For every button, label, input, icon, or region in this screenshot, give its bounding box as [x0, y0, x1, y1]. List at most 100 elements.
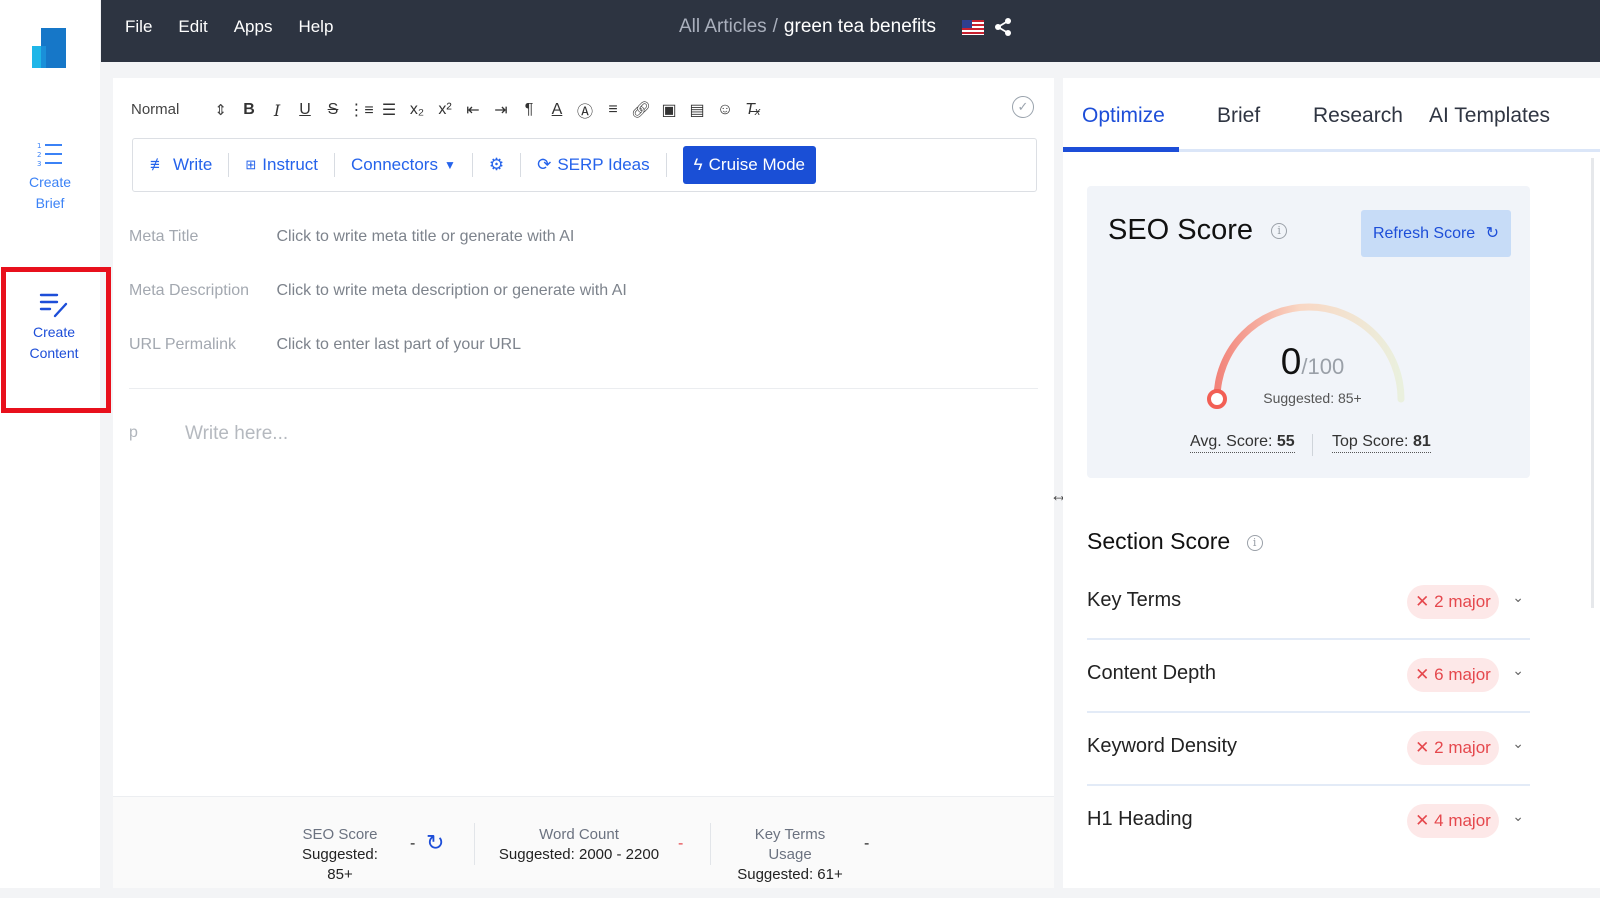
- info-icon[interactable]: i: [1271, 223, 1288, 240]
- outdent-icon[interactable]: ⇤: [459, 100, 487, 120]
- meta-title-input[interactable]: Click to write meta title or generate wi…: [276, 228, 574, 245]
- settings-button[interactable]: ⚙: [489, 155, 504, 175]
- seo-score-title: SEO Score: [1108, 214, 1254, 246]
- chevron-down-icon[interactable]: ⌄: [1512, 662, 1524, 679]
- left-rail: 123 Create Brief Create Content: [0, 0, 100, 888]
- section-row-label: Content Depth: [1087, 662, 1216, 684]
- meta-description-input[interactable]: Click to write meta description or gener…: [276, 282, 626, 299]
- status-badge: ✕ 4 major: [1407, 804, 1499, 838]
- lightning-icon: ϟ: [693, 155, 703, 174]
- tab-ai-templates[interactable]: AI Templates: [1429, 104, 1550, 128]
- chevron-down-icon[interactable]: ⌄: [1512, 808, 1524, 825]
- refresh-icon: ↻: [1485, 225, 1500, 242]
- font-color-icon[interactable]: A: [543, 101, 571, 119]
- instruct-label: Instruct: [262, 155, 319, 174]
- image-icon[interactable]: ▣: [655, 100, 683, 120]
- menu-apps[interactable]: Apps: [234, 17, 273, 37]
- badge-text: 2 major: [1434, 738, 1491, 757]
- create-brief-label-1: Create: [28, 174, 72, 190]
- seo-score-out-of: /100: [1301, 354, 1345, 379]
- text-direction-icon[interactable]: ¶: [515, 101, 543, 119]
- link-icon[interactable]: 🔗︎: [627, 100, 655, 120]
- section-row-keyword-density[interactable]: Keyword Density ✕ 2 major ⌄: [1087, 713, 1530, 786]
- bullet-list-icon[interactable]: ☰: [375, 100, 403, 120]
- refresh-search-icon: ⟳: [537, 155, 552, 174]
- key-terms-stat-title: Key Terms Usage: [754, 826, 826, 863]
- app-logo[interactable]: [32, 28, 66, 68]
- badge-text: 4 major: [1434, 811, 1491, 830]
- meta-title-row: Meta Title Click to write meta title or …: [129, 228, 574, 246]
- menu-help[interactable]: Help: [298, 17, 333, 37]
- seo-score-number: 0: [1280, 341, 1302, 382]
- info-icon[interactable]: i: [1246, 534, 1263, 551]
- create-brief-label-2: Brief: [35, 195, 65, 211]
- section-row-label: Keyword Density: [1087, 735, 1238, 757]
- write-button[interactable]: ≢ Write: [150, 155, 212, 175]
- editor-body[interactable]: Write here...: [185, 423, 288, 445]
- connectors-label: Connectors: [351, 155, 438, 174]
- refresh-icon[interactable]: ↻: [426, 830, 444, 856]
- avg-score[interactable]: Avg. Score: 55: [1190, 433, 1295, 453]
- check-circle-icon[interactable]: ✓: [1012, 96, 1034, 118]
- section-score-heading: Section Score i: [1087, 528, 1263, 555]
- share-icon[interactable]: [994, 17, 1012, 37]
- key-terms-stat-suggested: Suggested: 61+: [737, 866, 843, 883]
- top-score[interactable]: Top Score: 81: [1332, 433, 1431, 453]
- list-numbered-icon: 123: [37, 142, 62, 168]
- highlight-box: [1, 267, 111, 413]
- ai-toolbar: ≢ Write ⊞ Instruct Connectors ▼ ⚙ ⟳ SERP…: [132, 138, 1037, 192]
- status-badge: ✕ 2 major: [1407, 585, 1499, 619]
- tab-brief[interactable]: Brief: [1217, 104, 1260, 128]
- align-icon[interactable]: ≡: [599, 101, 627, 119]
- video-icon[interactable]: ▤: [683, 100, 711, 120]
- paragraph-style-select[interactable]: Normal ⇕: [131, 101, 227, 119]
- serp-ideas-button[interactable]: ⟳ SERP Ideas: [537, 155, 650, 175]
- emoji-icon[interactable]: ☺: [711, 101, 739, 119]
- cruise-mode-button[interactable]: ϟ Cruise Mode: [682, 146, 817, 184]
- section-row-key-terms[interactable]: Key Terms ✕ 2 major ⌄: [1087, 567, 1530, 640]
- tab-research[interactable]: Research: [1313, 104, 1403, 128]
- refresh-score-button[interactable]: Refresh Score ↻: [1361, 210, 1511, 257]
- avg-score-value: 55: [1276, 433, 1295, 450]
- url-permalink-row: URL Permalink Click to enter last part o…: [129, 336, 521, 354]
- breadcrumb-sep: /: [772, 16, 778, 37]
- word-count-stat: Word Count Suggested: 2000 - 2200: [498, 825, 660, 865]
- url-permalink-input[interactable]: Click to enter last part of your URL: [276, 336, 521, 353]
- chevron-down-icon[interactable]: ⌄: [1512, 735, 1524, 752]
- menu-edit[interactable]: Edit: [178, 17, 207, 37]
- write-label: Write: [173, 155, 213, 174]
- status-bar: SEO Score Suggested: 85+ - ↻ Word Count …: [113, 796, 1054, 888]
- underline-icon[interactable]: U: [291, 101, 319, 119]
- highlight-color-icon[interactable]: Ⓐ: [571, 98, 599, 122]
- breadcrumb-parent[interactable]: All Articles: [679, 16, 767, 38]
- superscript-icon[interactable]: x²: [431, 101, 459, 119]
- seo-score-stat: SEO Score Suggested: 85+: [288, 825, 392, 885]
- scrollbar[interactable]: [1591, 158, 1594, 608]
- strikethrough-icon[interactable]: S: [319, 101, 347, 119]
- caret-down-icon: ▼: [443, 158, 456, 172]
- badge-text: 6 major: [1434, 665, 1491, 684]
- editor-panel: Normal ⇕ B I U S ⋮≡ ☰ x₂ x² ⇤ ⇥ ¶ A Ⓐ ≡ …: [113, 78, 1054, 888]
- menu-file[interactable]: File: [125, 17, 152, 37]
- instruct-button[interactable]: ⊞ Instruct: [245, 155, 318, 175]
- seo-score-suggested: Suggested: 85+: [1263, 390, 1362, 406]
- serp-ideas-label: SERP Ideas: [557, 155, 650, 174]
- svg-text:1: 1: [37, 142, 41, 150]
- status-badge: ✕ 6 major: [1407, 658, 1499, 692]
- indent-icon[interactable]: ⇥: [487, 100, 515, 120]
- chevron-down-icon[interactable]: ⌄: [1512, 589, 1524, 606]
- us-flag-icon[interactable]: [962, 19, 985, 35]
- top-score-label: Top Score:: [1332, 433, 1413, 450]
- clear-format-icon[interactable]: T̶ₓ: [739, 101, 767, 119]
- ordered-list-icon[interactable]: ⋮≡: [347, 100, 375, 120]
- bold-icon[interactable]: B: [235, 101, 263, 119]
- create-brief-nav[interactable]: 123 Create Brief: [0, 140, 100, 214]
- top-bar: File Edit Apps Help All Articles / green…: [101, 0, 1600, 62]
- connectors-dropdown[interactable]: Connectors ▼: [351, 155, 456, 175]
- subscript-icon[interactable]: x₂: [403, 101, 431, 119]
- tab-optimize[interactable]: Optimize: [1082, 104, 1165, 128]
- italic-icon[interactable]: I: [263, 101, 291, 120]
- breadcrumb: All Articles / green tea benefits: [679, 16, 1012, 38]
- section-row-h1-heading[interactable]: H1 Heading ✕ 4 major ⌄: [1087, 786, 1530, 859]
- section-row-content-depth[interactable]: Content Depth ✕ 6 major ⌄: [1087, 640, 1530, 713]
